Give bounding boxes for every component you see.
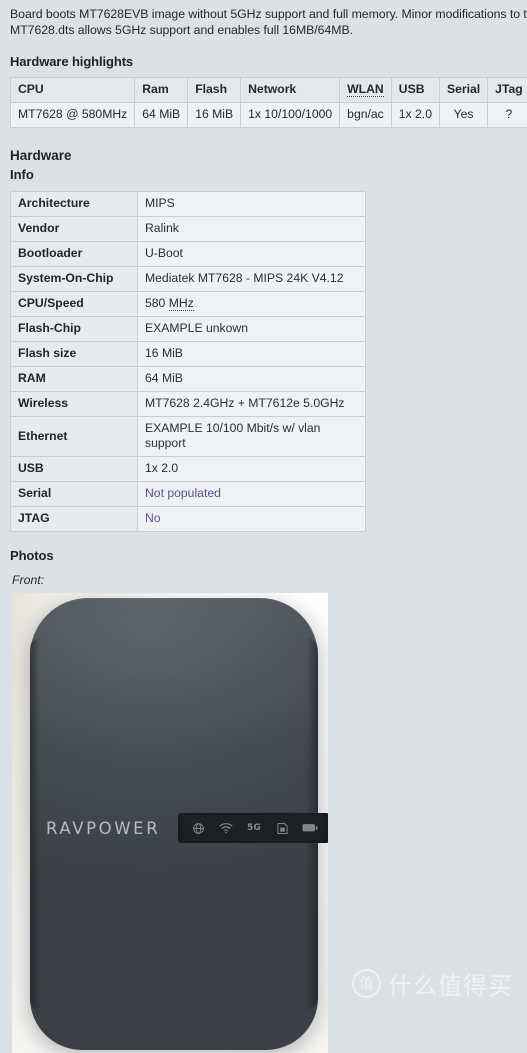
row-value-vendor: Ralink [138,217,366,242]
column-header-network: Network [241,78,340,103]
cell-ram: 64 MiB [135,103,188,128]
cell-cpu: MT7628 @ 580MHz [11,103,135,128]
cell-flash: 16 MiB [188,103,241,128]
column-header-serial: Serial [439,78,487,103]
table-row: Flash size 16 MiB [11,342,366,367]
row-value-system-on-chip: Mediatek MT7628 - MIPS 24K V4.12 [138,267,366,292]
table-row: RAM 64 MiB [11,367,366,392]
intro-line-1: Board boots MT7628EVB image without 5GHz… [10,6,527,22]
row-value-architecture: MIPS [138,192,366,217]
table-row: Bootloader U-Boot [11,242,366,267]
wiki-page: Board boots MT7628EVB image without 5GHz… [0,0,527,1019]
row-value-jtag: No [138,507,366,532]
row-label-usb: USB [11,457,138,482]
hardware-info-table: Architecture MIPS Vendor Ralink Bootload… [10,191,366,532]
table-row: JTAG No [11,507,366,532]
row-value-ethernet: EXAMPLE 10/100 Mbit/s w/ vlan support [138,417,366,457]
table-row: Serial Not populated [11,482,366,507]
hardware-info-heading-line-1: Hardware [10,148,72,163]
led-indicator-panel: 5G [178,813,328,843]
photo-caption-front: Front: [12,573,527,587]
row-value-ram: 64 MiB [138,367,366,392]
hardware-info-heading-line-2: Info [10,165,527,184]
column-header-wlan: WLAN [340,78,392,103]
sim-card-icon [274,820,290,836]
row-label-serial: Serial [11,482,138,507]
column-header-usb: USB [391,78,439,103]
cell-usb: 1x 2.0 [391,103,439,128]
hardware-highlights-heading: Hardware highlights [10,54,527,69]
row-value-bootloader: U-Boot [138,242,366,267]
row-label-vendor: Vendor [11,217,138,242]
mhz-abbr: MHz [169,296,194,311]
cell-network: 1x 10/100/1000 [241,103,340,128]
serial-link[interactable]: Not populated [145,486,221,500]
table-row: Architecture MIPS [11,192,366,217]
column-header-ram: Ram [135,78,188,103]
row-value-usb: 1x 2.0 [138,457,366,482]
jtag-link[interactable]: No [145,511,161,525]
wlan-abbr: WLAN [347,82,384,97]
table-row: MT7628 @ 580MHz 64 MiB 16 MiB 1x 10/100/… [11,103,527,128]
table-row: System-On-Chip Mediatek MT7628 - MIPS 24… [11,267,366,292]
table-row: CPU/Speed 580 MHz [11,292,366,317]
device-photo[interactable]: RAVPOWER [12,593,328,1053]
row-value-wireless: MT7628 2.4GHz + MT7612e 5.0GHz [138,392,366,417]
column-header-jtag: JTag [488,78,527,103]
row-label-ethernet: Ethernet [11,417,138,457]
row-label-architecture: Architecture [11,192,138,217]
row-label-ram: RAM [11,367,138,392]
device-front-panel: RAVPOWER [30,810,318,846]
row-value-flash-size: 16 MiB [138,342,366,367]
row-value-cpu-speed: 580 MHz [138,292,366,317]
power-globe-icon [190,820,206,836]
table-row: Flash-Chip EXAMPLE unkown [11,317,366,342]
device-sheen [30,598,318,778]
row-value-flash-chip: EXAMPLE unkown [138,317,366,342]
table-row: Ethernet EXAMPLE 10/100 Mbit/s w/ vlan s… [11,417,366,457]
smzdm-badge-icon: 值 [352,969,381,998]
row-label-flash-size: Flash size [11,342,138,367]
smzdm-watermark: 值 什么值得买 [352,966,513,1001]
row-label-jtag: JTAG [11,507,138,532]
row-value-serial: Not populated [138,482,366,507]
table-row: USB 1x 2.0 [11,457,366,482]
cell-wlan: bgn/ac [340,103,392,128]
cell-jtag: ? [488,103,527,128]
5g-indicator: 5G [246,820,262,836]
hardware-highlights-table: CPU Ram Flash Network WLAN USB Serial JT… [10,77,527,128]
column-header-cpu: CPU [11,78,135,103]
table-row: Vendor Ralink [11,217,366,242]
row-label-cpu-speed: CPU/Speed [11,292,138,317]
ravpower-router-device: RAVPOWER [30,598,318,1050]
wifi-icon [218,820,234,836]
column-header-flash: Flash [188,78,241,103]
row-label-wireless: Wireless [11,392,138,417]
photos-heading: Photos [10,548,527,563]
hardware-info-heading: Hardware Info [10,146,527,184]
smzdm-watermark-text: 什么值得买 [388,966,513,1001]
ravpower-logo: RAVPOWER [46,819,160,838]
intro-paragraph: Board boots MT7628EVB image without 5GHz… [10,6,527,38]
cell-serial: Yes [439,103,487,128]
row-label-flash-chip: Flash-Chip [11,317,138,342]
battery-icon [302,820,318,836]
row-label-system-on-chip: System-On-Chip [11,267,138,292]
row-label-bootloader: Bootloader [11,242,138,267]
table-header-row: CPU Ram Flash Network WLAN USB Serial JT… [11,78,527,103]
table-row: Wireless MT7628 2.4GHz + MT7612e 5.0GHz [11,392,366,417]
intro-line-2: MT7628.dts allows 5GHz support and enabl… [10,22,527,38]
